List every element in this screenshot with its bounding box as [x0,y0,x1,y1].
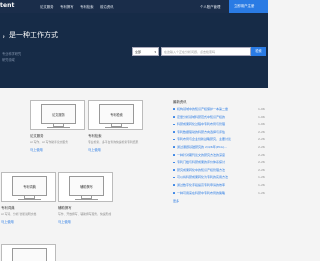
news-more-link[interactable]: 更多 [173,199,268,203]
monitor-icon: 论文服务 [30,100,85,130]
news-item[interactable]: 定量分析领域科研范式中知识产权的 1-06 [173,115,268,123]
use-now-link[interactable]: 马上使用 [88,147,146,152]
news-title[interactable]: 机构领域中的知识产权保护一本第二章 [177,107,259,111]
nav-link-papers[interactable]: 论文服务 [40,4,60,9]
bullet-icon [173,153,175,156]
top-nav: tent 论文服务 专利撰写 专利检索 前沿资讯 个人账户管理 立即用户注册 [0,0,268,13]
bullet-icon [173,161,175,164]
bullet-icon [173,108,175,110]
news-item[interactable]: 一种可用来在科研中专利布局的策略 1-26 [173,191,268,199]
news-title[interactable]: 通过数字化手段提高专利申请的效率 [177,183,259,187]
news-date: 2-26 [258,152,265,157]
news-title[interactable]: 一种可用来在科研中专利布局的策略 [177,191,259,195]
chevron-down-icon: ▾ [154,50,156,54]
news-title[interactable]: 专利布局与企业创新战略研究，主要讨论 [177,137,259,141]
nav-link-patent-writing[interactable]: 专利撰写 [60,4,80,9]
tool-name: 论文服务 [30,134,44,138]
news-item[interactable]: 通过数字化手段提高专利申请的效率 1-26 [173,183,268,191]
latest-news: 最新资讯 机构领域中的知识产权保护一本第二章 1-06 定量分析领域科研范式中知识… [173,99,268,203]
hero-subtitle: 专业科学研究 研究领域 [2,52,21,63]
register-button[interactable]: 立即用户注册 [229,0,268,13]
brand-logo[interactable]: tent [0,2,14,9]
news-title[interactable]: 专利门槛与科研成果的评价体系探讨 [177,160,259,164]
account-link[interactable]: 个人账户管理 [200,4,220,9]
bullet-icon [173,184,175,186]
news-date: 2-26 [258,160,265,165]
search-scope-value: 全部 [135,50,142,54]
news-item[interactable]: 研究成果转化中的知识产权管理方法 2-26 [173,168,268,176]
news-item[interactable]: 机构领域中的知识产权保护一本第二章 1-06 [173,107,268,115]
hero-banner: ，是一种工作方式 专业科学研究 研究领域 全部 ▾ 在这输入个正在分析问题，点击… [0,13,268,88]
search-button[interactable]: 检索 [251,47,266,56]
tool-card-patent-search[interactable]: 专利检索 专利检索 专业检索、多平台查询快速检索专利结果 马上使用 [88,100,146,152]
tool-desc: AI 写词、分析 智能说明文档 [1,212,37,216]
news-item[interactable]: 专利布局与企业创新战略研究，主要讨论 2-26 [173,137,268,145]
tool-screen-label: 辅助撰写 [80,185,93,189]
news-title[interactable]: 研究成果转化中的知识产权管理方法 [177,168,259,172]
tool-screen-label: 论文服务 [52,113,65,117]
hero-sub-line: 研究领域 [2,57,15,62]
news-title[interactable]: 定量分析领域科研范式中知识产权的 [177,115,259,119]
hero-title: ，是一种工作方式 [2,31,58,39]
news-title[interactable]: 专利数据驱动的科研方向选择与评估 [177,130,259,134]
news-item[interactable]: 一种针对期刊论文的研究方法的深度 2-26 [173,153,268,161]
tool-card-assist-writing[interactable]: 辅助撰写 辅助撰写 写作、开放撰写、辅助撰写服务，快速形成 马上使用 [58,172,116,224]
bullet-icon [173,191,175,194]
tool-card-partial[interactable] [1,244,59,261]
search-scope-select[interactable]: 全部 ▾ [132,47,159,56]
monitor-icon: 专利检索 [88,100,143,130]
hero-sub-line: 专业科学研究 [2,52,22,56]
news-item[interactable]: 专利门槛与科研成果的评价体系探讨 2-26 [173,160,268,168]
news-date: 1-06 [258,114,265,119]
tool-card-dictionary[interactable]: 专利词典 专利词典 AI 写词、分析 智能说明文档 马上使用 [1,172,59,224]
news-item[interactable]: 通过课题基础研究的 2/4/6年(PCA)… 2-26 [173,145,268,153]
bullet-icon [173,169,175,171]
nav-link-patent-search[interactable]: 专利检索 [80,4,100,9]
use-now-link[interactable]: 马上使用 [58,219,116,224]
news-date: 1-06 [258,122,265,127]
news-item[interactable]: 可以将科研成果转化为专利的实用方法 1-26 [173,175,268,183]
tool-screen-label: 专利检索 [110,113,123,117]
news-date: 2-26 [258,137,265,142]
news-item[interactable]: 科研成果转化过程中专利布局与管理 1-06 [173,122,268,130]
bullet-icon [173,115,175,118]
monitor-icon [1,244,56,261]
tool-screen-label: 专利词典 [23,185,36,189]
news-item[interactable]: 专利数据驱动的科研方向选择与评估 2-26 [173,130,268,138]
tool-card-papers[interactable]: 论文服务 论文服务 AI 写作、AI 写作助手论文服务 马上使用 [30,100,88,152]
bullet-icon [173,146,175,148]
news-date: 2-26 [258,129,265,134]
tool-desc: 专业检索、多平台查询快速检索专利结果 [88,140,139,144]
bullet-icon [173,123,175,126]
search-input[interactable]: 在这输入个正在分析问题，点击检索吗 [161,47,251,56]
news-title[interactable]: 一种针对期刊论文的研究方法的深度 [177,153,259,157]
tool-desc: 写作、开放撰写、辅助撰写服务，快速形成 [58,212,112,216]
news-date: 1-26 [258,190,265,195]
nav-link-news[interactable]: 前沿资讯 [100,4,120,9]
bullet-icon [173,131,175,133]
tool-name: 辅助撰写 [58,206,72,210]
tool-desc: AI 写作、AI 写作助手论文服务 [30,140,69,144]
tool-name: 专利词典 [1,206,15,210]
news-title[interactable]: 可以将科研成果转化为专利的实用方法 [177,175,259,179]
news-date: 1-06 [258,107,265,111]
news-title[interactable]: 通过课题基础研究的 2/4/6年(PCA)… [177,145,259,149]
monitor-icon: 专利词典 [1,172,56,202]
monitor-icon: 辅助撰写 [58,172,113,202]
news-date: 2-26 [258,144,265,149]
news-heading: 最新资讯 [173,100,187,104]
use-now-link[interactable]: 马上使用 [30,147,88,152]
news-date: 1-26 [258,182,265,187]
use-now-link[interactable]: 马上使用 [1,219,59,224]
news-title[interactable]: 科研成果转化过程中专利布局与管理 [177,122,259,126]
nav-links: 论文服务 专利撰写 专利检索 前沿资讯 [40,4,120,9]
bullet-icon [173,176,175,179]
news-date: 2-26 [258,167,265,172]
bullet-icon [173,138,175,141]
news-date: 1-26 [258,175,265,180]
search-bar: 全部 ▾ 在这输入个正在分析问题，点击检索吗 检索 [132,47,266,56]
tool-name: 专利检索 [88,134,102,138]
